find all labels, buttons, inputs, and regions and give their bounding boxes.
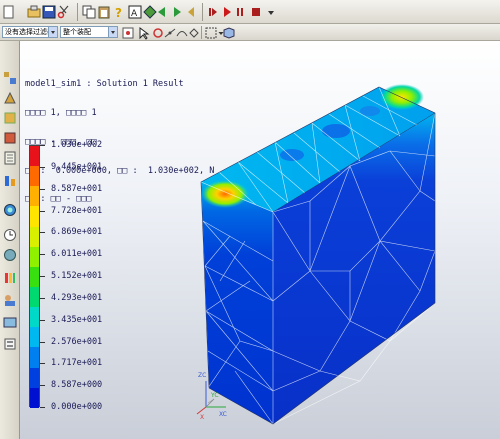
triad-zc-label: ZC <box>198 372 206 379</box>
results-navigator-icon[interactable] <box>3 174 17 188</box>
type-filter-value: 没有选择过滤器 <box>5 28 54 36</box>
paste-icon[interactable] <box>97 5 111 19</box>
graphics-window[interactable]: model1_sim1 : Solution 1 Result □□□□ 1, … <box>20 41 500 439</box>
cursor-icon[interactable] <box>137 26 150 40</box>
part-navigator-icon[interactable] <box>3 111 17 125</box>
save-icon[interactable] <box>42 5 56 19</box>
snap-mid-icon[interactable] <box>163 26 176 38</box>
stop-icon[interactable] <box>249 5 263 19</box>
scope-value: 整个装配 <box>63 28 91 36</box>
play-back-icon[interactable] <box>184 5 198 19</box>
chevron-down-icon[interactable] <box>214 26 224 38</box>
simulation-navigator-icon[interactable] <box>3 131 17 145</box>
stress-spot <box>322 124 350 138</box>
chevron-down-icon <box>48 27 57 37</box>
triad-x-label: X <box>200 414 204 419</box>
chevron-down-icon <box>108 27 117 37</box>
open-icon[interactable] <box>27 5 41 19</box>
resource-bar <box>0 41 20 439</box>
constraint-navigator-icon[interactable] <box>3 91 17 105</box>
roles-icon[interactable] <box>3 293 17 307</box>
cut-icon[interactable] <box>57 5 71 19</box>
snap-end-icon[interactable] <box>151 26 163 38</box>
svg-text:A: A <box>131 9 138 19</box>
stress-spot <box>360 106 380 116</box>
stress-spot <box>280 149 304 161</box>
system-materials-icon[interactable] <box>3 248 17 262</box>
snap-quad-icon[interactable] <box>187 26 199 38</box>
step-icon[interactable] <box>206 5 220 19</box>
stress-hotspot <box>380 84 424 110</box>
record-icon[interactable] <box>234 5 248 19</box>
fem-model[interactable] <box>20 41 500 439</box>
arrow-left-icon[interactable] <box>156 5 170 19</box>
main-toolbar: ? A <box>0 0 500 24</box>
snap-arc-icon[interactable] <box>175 26 188 38</box>
help-icon[interactable]: ? <box>112 5 126 19</box>
arrow-right-icon[interactable] <box>169 5 183 19</box>
copy-icon[interactable] <box>82 5 96 19</box>
process-studio-icon[interactable] <box>3 271 17 285</box>
snap-point-icon[interactable] <box>121 26 134 39</box>
svg-text:?: ? <box>115 6 122 19</box>
assembly-navigator-icon[interactable] <box>3 71 17 85</box>
coordinate-triad: ZC YC XC X <box>196 372 227 419</box>
reuse-library-icon[interactable] <box>3 151 17 165</box>
palette-icon[interactable] <box>3 337 17 351</box>
play-forward-icon[interactable] <box>220 5 234 19</box>
system-scenes-icon[interactable] <box>3 315 17 329</box>
selection-toolbar: 没有选择过滤器 整个装配 <box>0 24 500 41</box>
web-browser-icon[interactable] <box>3 203 17 217</box>
select-icon[interactable] <box>143 5 157 19</box>
menu-icon[interactable] <box>264 5 278 19</box>
type-filter-select[interactable]: 没有选择过滤器 <box>2 26 58 38</box>
stress-hotspot <box>201 180 249 208</box>
measure-icon[interactable]: A <box>128 5 142 19</box>
new-icon[interactable] <box>2 5 16 19</box>
cube-icon[interactable] <box>222 26 235 39</box>
triad-xc-label: XC <box>219 411 227 418</box>
history-icon[interactable] <box>3 228 17 242</box>
scope-select[interactable]: 整个装配 <box>60 26 118 38</box>
triad-yc-label: YC <box>210 392 219 399</box>
